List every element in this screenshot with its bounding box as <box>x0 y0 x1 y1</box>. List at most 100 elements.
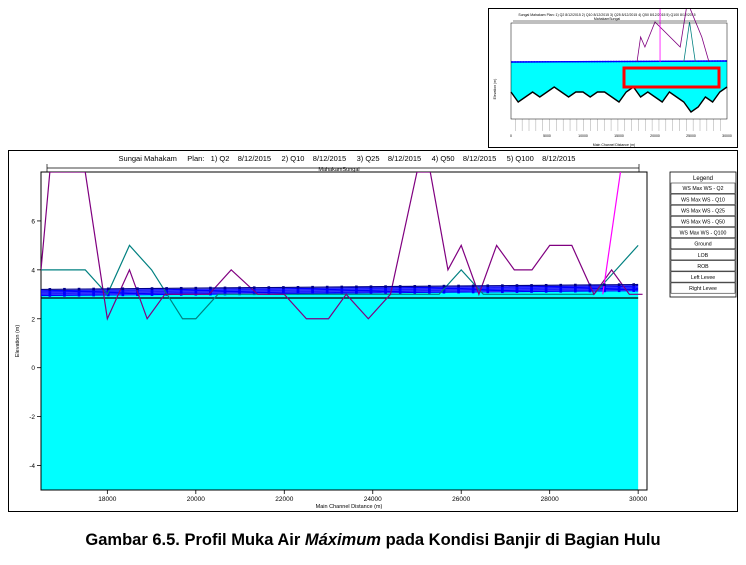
overview-ws-marker <box>626 60 629 63</box>
overview-ws-marker <box>610 60 612 63</box>
y-tick-label: 0 <box>31 365 35 372</box>
legend-entry: WS Max WS - Q50 <box>681 220 725 226</box>
overview-ws-marker <box>632 60 634 63</box>
series-marker-right-levee <box>340 285 344 289</box>
series-marker-right-levee <box>92 287 95 291</box>
overview-ws-marker <box>664 60 667 62</box>
overview-ws-marker <box>725 60 727 62</box>
overview-ws-marker <box>629 60 631 63</box>
legend-entry: WS Max WS - Q10 <box>681 197 725 203</box>
overview-ws-marker <box>675 60 678 62</box>
series-marker-right-levee <box>355 285 358 289</box>
series-marker-right-levee <box>311 285 314 289</box>
legend-entry: WS Max WS - Q100 <box>680 231 727 237</box>
overview-ws-marker <box>528 61 530 63</box>
series-marker-right-levee <box>617 283 621 286</box>
overview-ws-marker <box>602 60 604 63</box>
overview-ws-marker <box>571 61 574 63</box>
series-marker-right-levee <box>384 285 387 288</box>
overview-ws-marker <box>716 60 719 62</box>
overview-ws-marker <box>596 60 598 63</box>
series-marker-right-levee <box>559 283 563 287</box>
x-tick-label: 20000 <box>187 496 205 503</box>
series-marker-right-levee <box>603 283 606 287</box>
overview-ws-marker <box>689 60 691 62</box>
legend: Legend WS Max WS - Q2 WS Max WS - Q10 WS M… <box>669 171 737 298</box>
legend-entry: WS Max WS - Q2 <box>683 186 724 192</box>
overview-ws-marker <box>550 61 552 63</box>
figure-caption: Gambar 6.5. Profil Muka Air Máximum pada… <box>0 531 746 550</box>
overview-ws-marker <box>700 60 702 62</box>
overview-ws-marker <box>539 61 541 63</box>
overview-ws-marker <box>607 60 609 63</box>
overview-ws-marker <box>593 60 596 63</box>
overview-ws-marker <box>615 60 618 63</box>
overview-x-tick-label: 5000 <box>543 134 551 138</box>
y-tick-label: 4 <box>31 267 35 274</box>
overview-ws-marker <box>656 60 659 63</box>
overview-ws-marker <box>569 61 571 63</box>
series-marker-right-levee <box>471 284 475 288</box>
overview-reach-label: MahakamSungai <box>594 17 620 21</box>
series-marker-right-levee <box>296 286 300 289</box>
caption-suffix: pada Kondisi Banjir di Bagian Hulu <box>380 531 661 549</box>
legend-entry: Ground <box>694 242 711 248</box>
y-tick-label: -4 <box>29 463 35 470</box>
overview-ws-marker <box>711 60 713 62</box>
series-marker-right-levee <box>398 285 402 288</box>
overview-ws-marker <box>654 60 656 63</box>
overview-ws-marker <box>692 60 694 62</box>
series-marker-right-levee <box>413 285 417 288</box>
y-axis: -4 -2 0 2 4 6 <box>29 218 41 470</box>
overview-ws-marker <box>514 61 516 63</box>
series-marker-right-levee <box>106 287 110 291</box>
overview-ws-marker <box>719 60 722 62</box>
series-marker-right-levee <box>77 287 81 291</box>
series-marker-right-levee <box>588 283 592 287</box>
overview-ws-marker <box>703 60 705 62</box>
series-marker-right-levee <box>223 286 227 290</box>
overview-ws-marker <box>591 60 593 63</box>
overview-ws-marker <box>533 61 536 63</box>
overview-x-tick-label: 10000 <box>578 134 588 138</box>
overview-x-axis-label: Main Channel Distance (m) <box>593 143 635 147</box>
x-axis-label: Main Channel Distance (m) <box>316 504 383 510</box>
legend-entry: Right Levee <box>689 286 717 292</box>
overview-ws-marker <box>722 60 724 62</box>
overview-x-tick-label: 0 <box>510 134 512 138</box>
overview-ws-marker <box>640 60 642 63</box>
overview-ws-marker <box>643 60 645 63</box>
series-marker-right-levee <box>544 283 548 287</box>
overview-ws-marker <box>681 60 683 62</box>
overview-ws-marker <box>673 60 675 62</box>
series-marker-right-levee <box>369 285 373 289</box>
series-marker-right-levee <box>121 287 125 291</box>
overview-ws-marker <box>577 60 579 63</box>
overview-ws-marker <box>552 61 555 63</box>
y-axis-label: Elevation (m) <box>15 325 21 358</box>
x-tick-label: 18000 <box>98 496 116 503</box>
series-marker-right-levee <box>325 285 329 289</box>
x-tick-label: 24000 <box>364 496 382 503</box>
caption-prefix: Gambar 6.5. Profil Muka Air <box>85 531 305 549</box>
overview-ws-marker <box>618 60 620 63</box>
x-tick-label: 28000 <box>541 496 559 503</box>
overview-ws-marker <box>645 60 648 63</box>
overview-ws-marker <box>585 60 588 63</box>
overview-ws-marker <box>530 61 533 63</box>
overview-ws-marker <box>519 61 522 63</box>
series-marker-right-levee <box>530 284 533 287</box>
overview-ws-marker <box>686 60 689 62</box>
x-tick-label: 26000 <box>452 496 470 503</box>
series-marker-right-levee <box>428 284 431 288</box>
overview-ws-marker <box>588 60 590 63</box>
overview-ws-marker <box>670 60 672 62</box>
overview-ws-marker <box>662 60 664 62</box>
overview-ws-marker <box>623 60 626 63</box>
legend-entry: Left Levee <box>691 275 715 281</box>
caption-italic: Máximum <box>304 531 381 549</box>
overview-ws-marker <box>667 60 670 62</box>
overview-ws-marker <box>522 61 525 63</box>
overview-plot-area: 0 5000 10000 15000 20000 25000 30000 <box>510 9 732 138</box>
x-tick-label: 22000 <box>275 496 293 503</box>
